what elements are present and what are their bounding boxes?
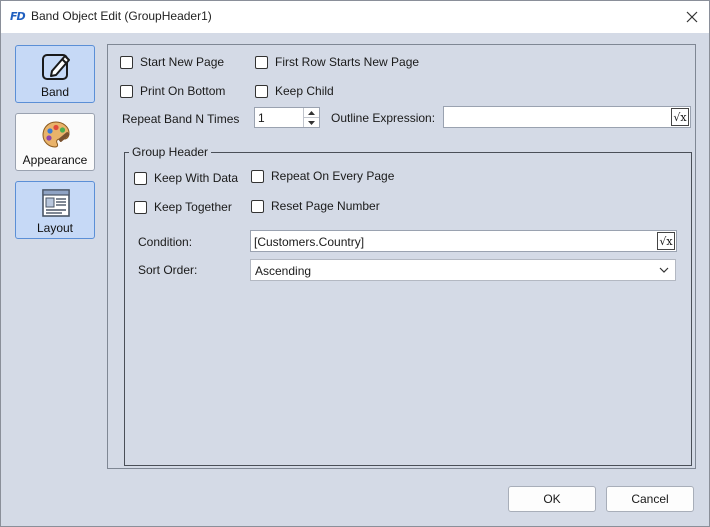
cancel-button[interactable]: Cancel [606,486,694,512]
condition-value: [Customers.Country] [254,235,365,249]
chevron-up-icon [308,110,315,115]
checkbox-label: Repeat On Every Page [271,169,395,183]
sort-order-select[interactable]: Ascending [250,259,676,281]
nav-item-label: Layout [36,221,74,235]
checkbox-label: Print On Bottom [140,84,226,98]
nav-item-layout[interactable]: Layout [15,181,95,239]
checkbox-label: Reset Page Number [271,199,380,213]
checkbox-box[interactable] [120,55,133,69]
repeat-band-stepper[interactable]: 1 [254,107,320,128]
repeat-on-every-page-checkbox[interactable]: Repeat On Every Page [251,169,394,183]
window-title: Band Object Edit (GroupHeader1) [31,9,212,23]
palette-icon [42,121,70,148]
keep-child-checkbox[interactable]: Keep Child [255,84,334,98]
app-logo: FD [10,10,26,23]
condition-label: Condition: [138,235,193,249]
group-header-title: Group Header [129,145,212,159]
sort-order-label: Sort Order: [138,263,198,277]
chevron-down-icon [308,120,315,125]
checkbox-label: Keep Child [275,84,334,98]
sort-order-value: Ascending [255,264,312,278]
keep-together-checkbox[interactable]: Keep Together [134,200,232,214]
title-bar: FD Band Object Edit (GroupHeader1) [1,1,709,33]
checkbox-label: Keep With Data [154,171,239,185]
checkbox-box[interactable] [134,171,147,185]
close-icon [686,11,698,23]
outline-expression-field[interactable]: √x [443,106,691,128]
checkbox-label: Keep Together [154,200,232,214]
nav-item-band[interactable]: Band [15,45,95,103]
sqrt-x-icon: √x [659,234,673,248]
stepper-arrows [303,108,319,127]
outline-expression-label: Outline Expression: [331,111,436,125]
sqrt-x-icon: √x [673,110,687,124]
close-button[interactable] [675,1,709,33]
checkbox-label: Start New Page [140,55,225,69]
layout-icon [42,189,70,217]
checkbox-box[interactable] [134,200,147,214]
checkbox-box[interactable] [251,169,264,183]
nav-item-appearance[interactable]: Appearance [15,113,95,171]
nav-item-label: Appearance [22,153,88,167]
checkbox-box[interactable] [255,55,268,69]
band-object-edit-dialog: FD Band Object Edit (GroupHeader1) Band … [0,0,710,527]
keep-with-data-checkbox[interactable]: Keep With Data [134,171,238,185]
pencil-note-icon [42,54,70,80]
checkbox-box[interactable] [255,84,268,98]
checkbox-box[interactable] [120,84,133,98]
print-on-bottom-checkbox[interactable]: Print On Bottom [120,84,225,98]
ok-button[interactable]: OK [508,486,596,512]
nav-item-label: Band [40,85,70,99]
repeat-band-value[interactable]: 1 [258,111,265,125]
checkbox-label: First Row Starts New Page [275,55,420,69]
checkbox-box[interactable] [251,199,264,213]
stepper-up-button[interactable] [304,108,319,118]
condition-field[interactable]: [Customers.Country] √x [250,230,677,252]
reset-page-number-checkbox[interactable]: Reset Page Number [251,199,380,213]
start-new-page-checkbox[interactable]: Start New Page [120,55,224,69]
repeat-band-label: Repeat Band N Times [122,112,240,126]
condition-expression-button[interactable]: √x [657,232,675,250]
chevron-down-icon [659,267,669,273]
stepper-down-button[interactable] [304,118,319,127]
expression-editor-button[interactable]: √x [671,108,689,126]
first-row-starts-new-page-checkbox[interactable]: First Row Starts New Page [255,55,419,69]
